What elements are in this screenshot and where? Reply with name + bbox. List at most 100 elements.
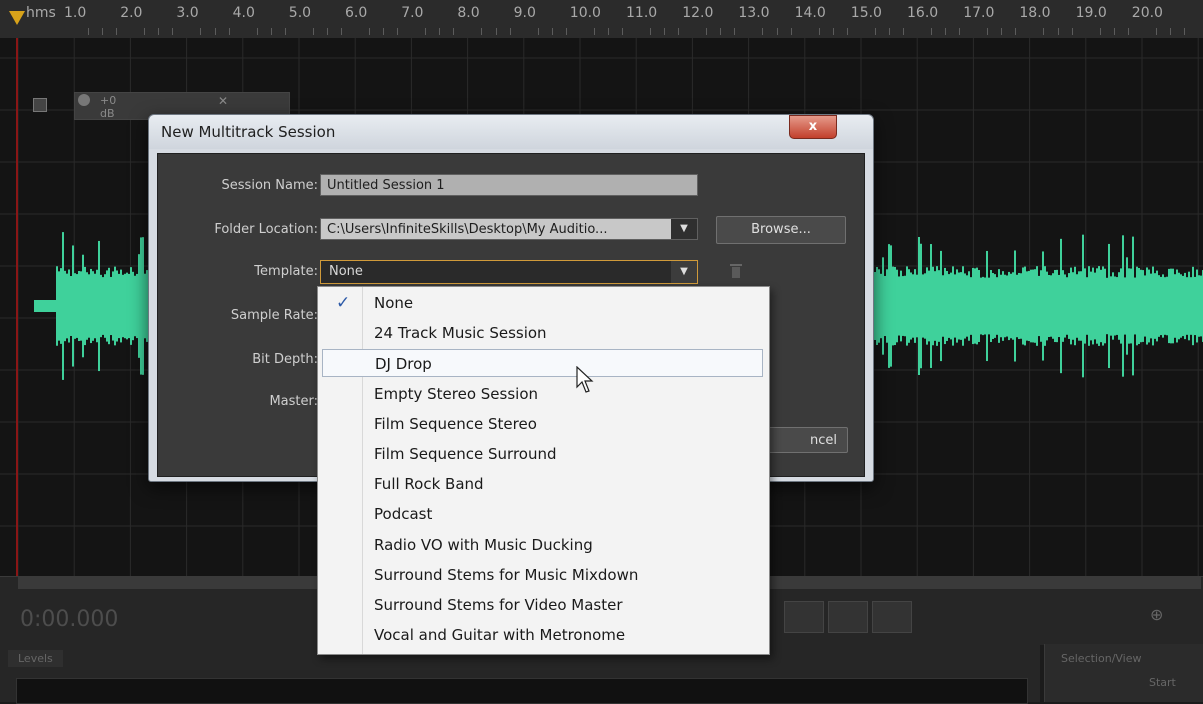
ruler-minor-tick xyxy=(1057,28,1059,35)
levels-tab[interactable]: Levels xyxy=(8,650,63,667)
ruler-minor-tick xyxy=(326,28,328,35)
ruler-minor-tick xyxy=(1127,28,1129,35)
chevron-down-icon: ▼ xyxy=(671,219,697,239)
template-option-label: Surround Stems for Music Mixdown xyxy=(374,565,639,584)
waveform-segment xyxy=(874,234,1203,378)
template-select[interactable]: None ▼ xyxy=(320,260,698,284)
folder-location-select[interactable]: C:\Users\InfiniteSkills\Desktop\My Audit… xyxy=(320,218,698,240)
template-option-label: 24 Track Music Session xyxy=(374,324,547,343)
template-option-label: Radio VO with Music Ducking xyxy=(374,535,593,554)
bit-depth-label: Bit Depth: xyxy=(252,352,318,367)
session-name-input[interactable]: Untitled Session 1 xyxy=(320,174,698,196)
ruler-minor-tick xyxy=(116,28,118,35)
template-option[interactable]: Vocal and Guitar with Metronome xyxy=(322,621,763,649)
template-option[interactable]: Surround Stems for Music Mixdown xyxy=(322,561,763,589)
ruler-minor-tick xyxy=(607,28,609,35)
sample-rate-label: Sample Rate: xyxy=(230,308,318,323)
close-button[interactable]: x xyxy=(789,115,837,139)
ruler-tick-label: 13.0 xyxy=(738,5,770,21)
template-option[interactable]: DJ Drop xyxy=(322,349,763,378)
ruler-minor-tick xyxy=(481,28,483,35)
ruler-tick-label: 9.0 xyxy=(513,5,536,21)
ruler-minor-tick xyxy=(664,28,666,35)
ruler-minor-tick xyxy=(425,28,427,35)
ruler-tick-label: 2.0 xyxy=(120,5,143,21)
ruler-tick-label: 20.0 xyxy=(1131,5,1163,21)
template-dropdown-list: ✓ None 24 Track Music Session DJ Drop Empty … xyxy=(317,286,770,655)
session-name-label: Session Name: xyxy=(221,178,318,193)
trash-icon[interactable] xyxy=(730,264,742,278)
ruler-minor-tick xyxy=(509,28,511,35)
ruler-minor-tick xyxy=(790,28,792,35)
ruler-minor-tick xyxy=(1015,28,1017,35)
template-option[interactable]: Film Sequence Stereo xyxy=(322,410,763,438)
ruler-minor-tick xyxy=(650,28,652,35)
levels-meter xyxy=(16,678,1028,704)
selection-view-title[interactable]: Selection/View xyxy=(1061,652,1142,665)
chevron-down-icon: ▼ xyxy=(671,261,697,283)
ruler-minor-tick xyxy=(621,28,623,35)
template-option-label: Surround Stems for Video Master xyxy=(374,596,623,614)
ruler-minor-tick xyxy=(1001,28,1003,35)
template-option[interactable]: Film Sequence Surround xyxy=(322,440,763,468)
template-option[interactable]: Empty Stereo Session xyxy=(322,380,763,408)
template-option-label: Vocal and Guitar with Metronome xyxy=(374,626,626,645)
ruler-minor-tick xyxy=(1099,28,1101,35)
ruler-tick-label: 19.0 xyxy=(1075,5,1107,21)
loop-button[interactable] xyxy=(828,601,868,633)
ruler-unit-label: hms xyxy=(26,5,56,21)
dialog-titlebar[interactable]: New Multitrack Session x xyxy=(149,115,873,149)
template-option[interactable]: Surround Stems for Video Master xyxy=(322,591,763,619)
ruler-minor-tick xyxy=(1113,28,1115,35)
template-option-label: Film Sequence Surround xyxy=(374,445,557,463)
ruler-minor-tick xyxy=(495,28,497,35)
ruler-minor-tick xyxy=(931,28,933,35)
ruler-minor-tick xyxy=(776,28,778,35)
ruler-minor-tick xyxy=(565,28,567,35)
ruler-minor-tick xyxy=(874,28,876,35)
ruler-tick-label: 14.0 xyxy=(794,5,826,21)
ruler-tick-label: 6.0 xyxy=(345,5,368,21)
dialog-title: New Multitrack Session xyxy=(161,123,336,141)
ruler-minor-tick xyxy=(1155,28,1157,35)
ruler-minor-tick xyxy=(158,28,160,35)
track-volume-value: +0 dB xyxy=(100,94,117,120)
template-option[interactable]: Radio VO with Music Ducking xyxy=(322,531,763,559)
folder-location-value: C:\Users\InfiniteSkills\Desktop\My Audit… xyxy=(327,222,608,237)
ruler-minor-tick xyxy=(832,28,834,35)
cancel-button[interactable]: ncel xyxy=(768,427,848,453)
ruler-tick-label: 16.0 xyxy=(907,5,939,21)
ruler-tick-label: 4.0 xyxy=(232,5,255,21)
browse-button[interactable]: Browse... xyxy=(716,216,846,244)
ruler-minor-tick xyxy=(762,28,764,35)
timeline-ruler[interactable]: hms 1.0 2.0 3.0 4.0 5.0 6.0 7.0 8.0 9.0 10.0 11.0 1… xyxy=(0,0,1203,39)
mouse-cursor-icon xyxy=(576,366,594,393)
folder-location-label: Folder Location: xyxy=(214,222,318,237)
zoom-icon[interactable]: ⊕ xyxy=(1150,605,1163,624)
template-option[interactable]: Full Rock Band xyxy=(322,470,763,498)
playhead-marker-icon[interactable] xyxy=(9,11,25,25)
volume-knob-icon[interactable] xyxy=(78,94,90,106)
ruler-minor-tick xyxy=(397,28,399,35)
template-label: Template: xyxy=(254,264,318,279)
record-button[interactable] xyxy=(784,601,824,633)
ruler-minor-tick xyxy=(537,28,539,35)
ruler-tick-label: 17.0 xyxy=(963,5,995,21)
ruler-minor-tick xyxy=(734,28,736,35)
template-option-label: Empty Stereo Session xyxy=(374,384,539,403)
template-option-label: None xyxy=(374,294,414,312)
template-option[interactable]: 24 Track Music Session xyxy=(322,319,763,347)
template-option[interactable]: ✓ None xyxy=(322,289,763,317)
ruler-minor-tick xyxy=(144,28,146,35)
ruler-minor-tick xyxy=(846,28,848,35)
skip-button[interactable] xyxy=(872,601,912,633)
track-close-icon[interactable]: ✕ xyxy=(218,94,228,108)
ruler-minor-tick xyxy=(1071,28,1073,35)
ruler-minor-tick xyxy=(1183,28,1185,35)
ruler-minor-tick xyxy=(340,28,342,35)
template-option[interactable]: Podcast xyxy=(322,500,763,528)
track-toggle-checkbox[interactable] xyxy=(33,98,47,112)
ruler-minor-tick xyxy=(88,28,90,35)
playhead-line[interactable] xyxy=(16,38,18,576)
ruler-minor-tick xyxy=(902,28,904,35)
